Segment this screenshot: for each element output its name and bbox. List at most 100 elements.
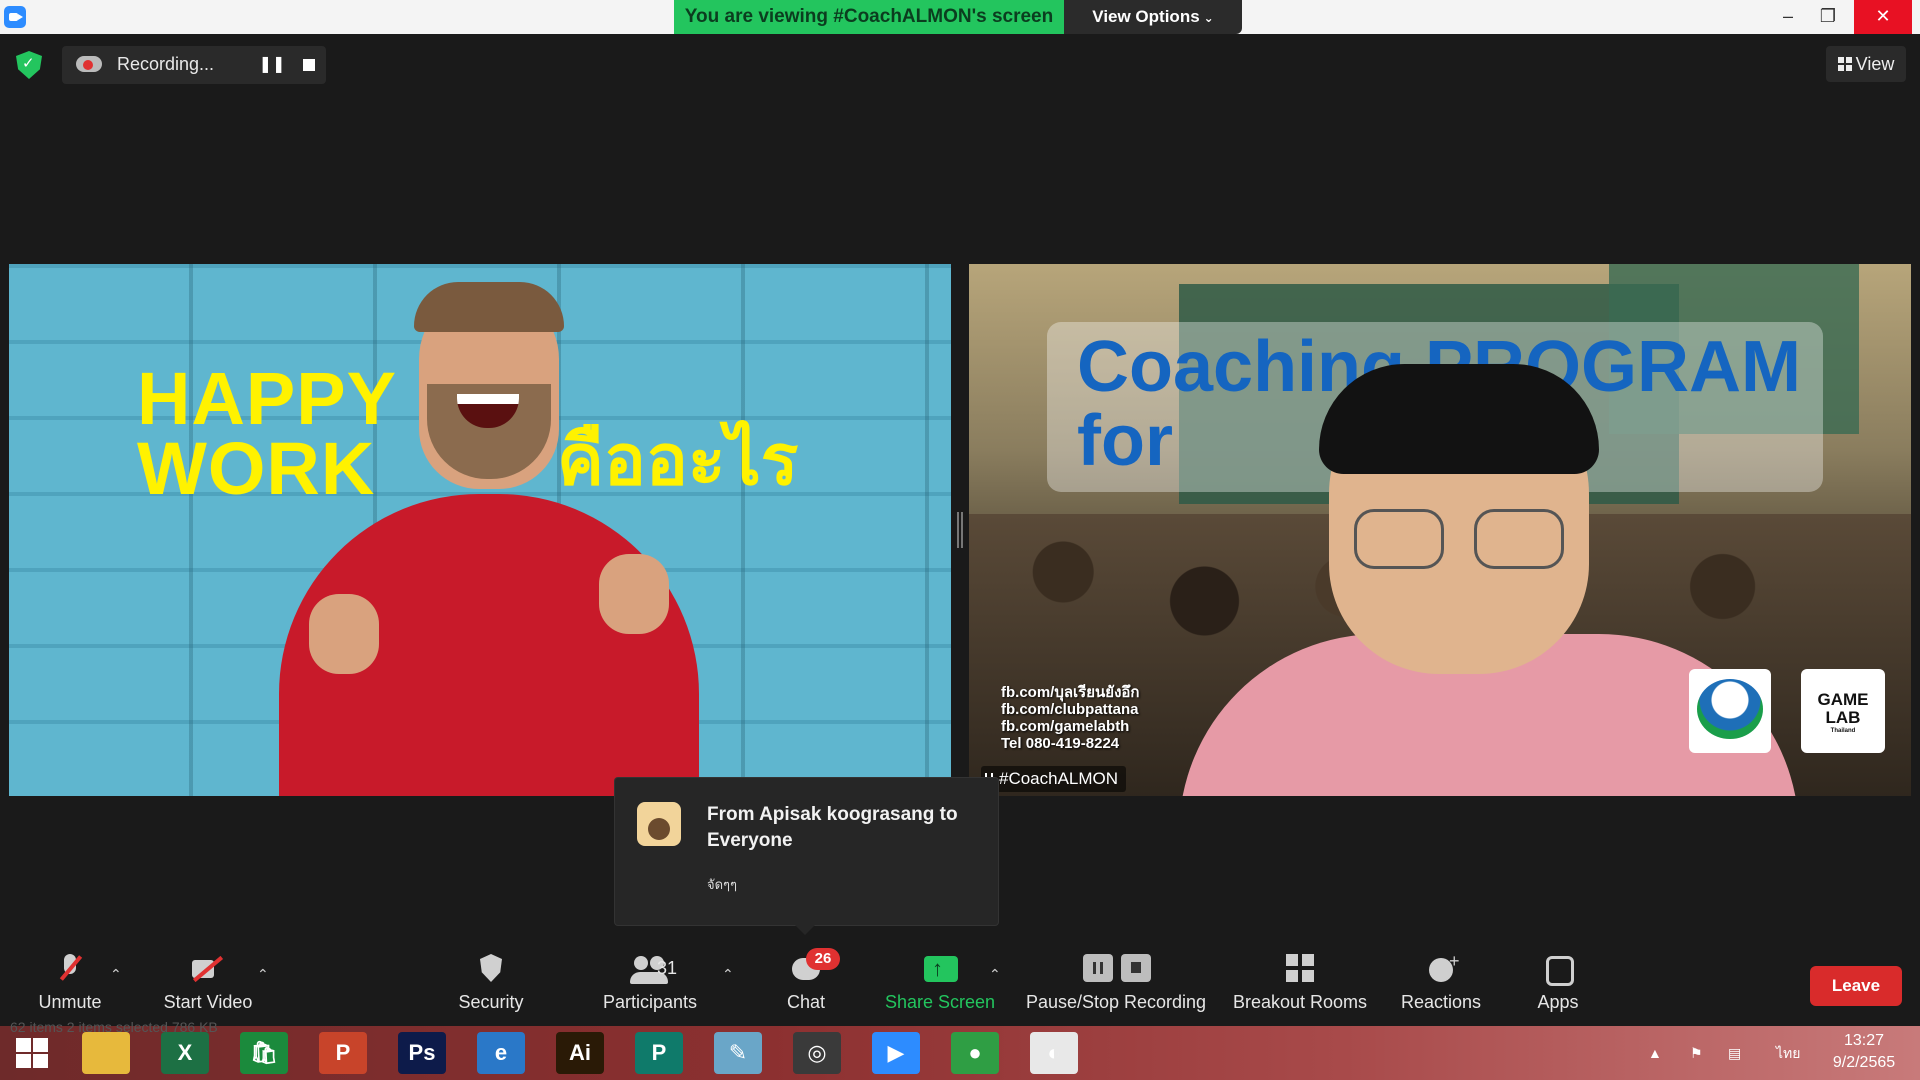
happy-work-headline: HAPPY WORK	[137, 357, 397, 510]
contact-line: fb.com/gamelabth	[1001, 718, 1130, 735]
encryption-shield-icon[interactable]: ✓	[16, 51, 42, 79]
breakout-rooms-button[interactable]: Breakout Rooms	[1228, 940, 1372, 1024]
glasses-left-lens	[1354, 509, 1444, 569]
video-tile-left[interactable]: HAPPY WORK คืออะไร	[9, 264, 951, 796]
minimize-button[interactable]: –	[1768, 0, 1808, 34]
sender-avatar	[637, 802, 681, 846]
contact-info: fb.com/บุลเรียนยังอึก fb.com/clubpattana…	[1001, 684, 1139, 752]
pause-recording-button[interactable]: ❚❚	[257, 50, 287, 80]
contact-line: fb.com/บุลเรียนยังอึก	[1001, 684, 1140, 701]
view-label: View	[1855, 54, 1895, 74]
share-screen-label: Share Screen	[884, 992, 996, 1012]
view-options-button[interactable]: View Options ⌄	[1064, 0, 1242, 34]
language-indicator[interactable]: ไทย	[1776, 1032, 1800, 1074]
network-icon[interactable]: ▤	[1728, 1032, 1741, 1074]
taskbar-excel-icon[interactable]: X	[161, 1032, 209, 1074]
participants-button[interactable]: 31 Participants	[595, 940, 705, 1024]
coach-hair	[1319, 364, 1599, 474]
thai-headline: คืออะไร	[557, 421, 799, 499]
headline-line-2: WORK	[137, 427, 376, 510]
apps-label: Apps	[1537, 992, 1579, 1012]
taskbar-photoscape-icon[interactable]: ◎	[793, 1032, 841, 1074]
stop-recording-button[interactable]	[294, 50, 324, 80]
share-screen-icon	[920, 952, 960, 986]
meeting-toolbar: Unmute ⌃ Start Video ⌃ Security 31 Parti…	[0, 940, 1920, 1024]
view-layout-button[interactable]: View	[1826, 46, 1906, 82]
windows-start-icon[interactable]	[10, 1032, 54, 1074]
unmute-button[interactable]: Unmute	[30, 940, 110, 1024]
leave-meeting-button[interactable]: Leave	[1810, 966, 1902, 1006]
taskbar-publisher-icon[interactable]: P	[635, 1032, 683, 1074]
start-video-button[interactable]: Start Video	[158, 940, 258, 1024]
taskbar-notepad-icon[interactable]: ✎	[714, 1032, 762, 1074]
taskbar-store-icon[interactable]: 🛍	[240, 1032, 288, 1074]
participants-count: 31	[657, 958, 678, 978]
grid-view-icon	[1837, 57, 1852, 71]
taskbar-internet-explorer-icon[interactable]: e	[477, 1032, 525, 1074]
chat-notification-popup[interactable]: From Apisak koograsang to Everyone จัดๆๆ	[615, 778, 998, 935]
glasses-right-lens	[1474, 509, 1564, 569]
participants-label: Participants	[602, 992, 698, 1012]
taskbar-chrome-icon[interactable]: ●	[951, 1032, 999, 1074]
taskbar-zoom-icon[interactable]: ▶	[872, 1032, 920, 1074]
pause-stop-icon	[1081, 952, 1151, 986]
chat-message: จัดๆๆ	[707, 878, 738, 893]
pause-stop-recording-button[interactable]: Pause/Stop Recording	[1023, 940, 1209, 1024]
taskbar-clock[interactable]: 13:27 9/2/2565	[1814, 1030, 1914, 1074]
game-lab-logo-text: GAME LAB	[1817, 690, 1869, 727]
share-screen-button[interactable]: Share Screen	[880, 940, 1000, 1024]
video-tile-right[interactable]: Coaching PROGRAM for er fb.com/บุลเรียนย…	[969, 264, 1911, 796]
taskbar-powerpoint-icon[interactable]: P	[319, 1032, 367, 1074]
right-fist	[599, 554, 669, 634]
action-center-flag-icon[interactable]: ⚑	[1690, 1032, 1703, 1074]
recording-label: Recording...	[117, 54, 215, 74]
person-hair	[414, 282, 564, 332]
chat-label: Chat	[786, 992, 826, 1012]
restore-button[interactable]: ❐	[1808, 0, 1848, 34]
tile-splitter-handle[interactable]	[957, 512, 963, 548]
breakout-rooms-icon	[1280, 952, 1320, 986]
reactions-button[interactable]: Reactions	[1391, 940, 1491, 1024]
apps-button[interactable]: Apps	[1518, 940, 1598, 1024]
taskbar-photoshop-icon[interactable]: Ps	[398, 1032, 446, 1074]
chat-sender: From Apisak koograsang to Everyone	[707, 804, 958, 851]
view-options-label: View Options	[1092, 7, 1200, 26]
contact-line: Tel 080-419-8224	[1001, 735, 1120, 752]
share-options-caret-icon[interactable]: ⌃	[989, 966, 1001, 983]
chevron-down-icon: ⌄	[1203, 11, 1214, 25]
clock-time: 13:27	[1843, 1032, 1885, 1049]
recording-indicator: Recording... ❚❚	[62, 46, 326, 84]
close-button[interactable]: ✕	[1854, 0, 1912, 34]
security-button[interactable]: Security	[451, 940, 531, 1024]
reactions-emoji-icon	[1421, 944, 1461, 986]
chat-unread-badge: 26	[806, 948, 840, 970]
game-lab-logo-subtext: Thailand	[1830, 728, 1856, 734]
unmute-label: Unmute	[38, 992, 102, 1012]
viewing-screen-banner: You are viewing #CoachALMON's screen	[674, 0, 1064, 34]
title-bar: You are viewing #CoachALMON's screen Vie…	[0, 0, 1920, 34]
headline-line-1: HAPPY	[137, 357, 397, 440]
breakout-rooms-label: Breakout Rooms	[1232, 992, 1368, 1012]
apps-icon	[1538, 952, 1578, 986]
cloud-recording-icon	[76, 56, 102, 72]
chat-button[interactable]: 26 Chat	[766, 940, 846, 1024]
taskbar-file-explorer-icon[interactable]	[82, 1032, 130, 1074]
left-fist	[309, 594, 379, 674]
muted-microphone-icon	[50, 952, 90, 986]
contact-line: fb.com/clubpattana	[1001, 701, 1139, 718]
video-options-caret-icon[interactable]: ⌃	[257, 966, 269, 983]
game-lab-logo: GAME LAB Thailand	[1801, 669, 1885, 753]
taskbar-illustrator-icon[interactable]: Ai	[556, 1032, 604, 1074]
clock-date: 9/2/2565	[1832, 1054, 1896, 1071]
taskbar-paint-icon[interactable]: ◐	[1030, 1032, 1078, 1074]
video-off-icon	[188, 952, 228, 986]
security-shield-icon	[471, 952, 511, 986]
zoom-app-icon	[4, 6, 26, 28]
participants-options-caret-icon[interactable]: ⌃	[722, 966, 734, 983]
audio-options-caret-icon[interactable]: ⌃	[110, 966, 122, 983]
reactions-label: Reactions	[1400, 992, 1482, 1012]
security-label: Security	[458, 992, 524, 1012]
pause-stop-recording-label: Pause/Stop Recording	[1025, 992, 1207, 1012]
tray-overflow-icon[interactable]: ▲	[1648, 1032, 1662, 1074]
participant-name: #CoachALMON	[999, 769, 1119, 788]
